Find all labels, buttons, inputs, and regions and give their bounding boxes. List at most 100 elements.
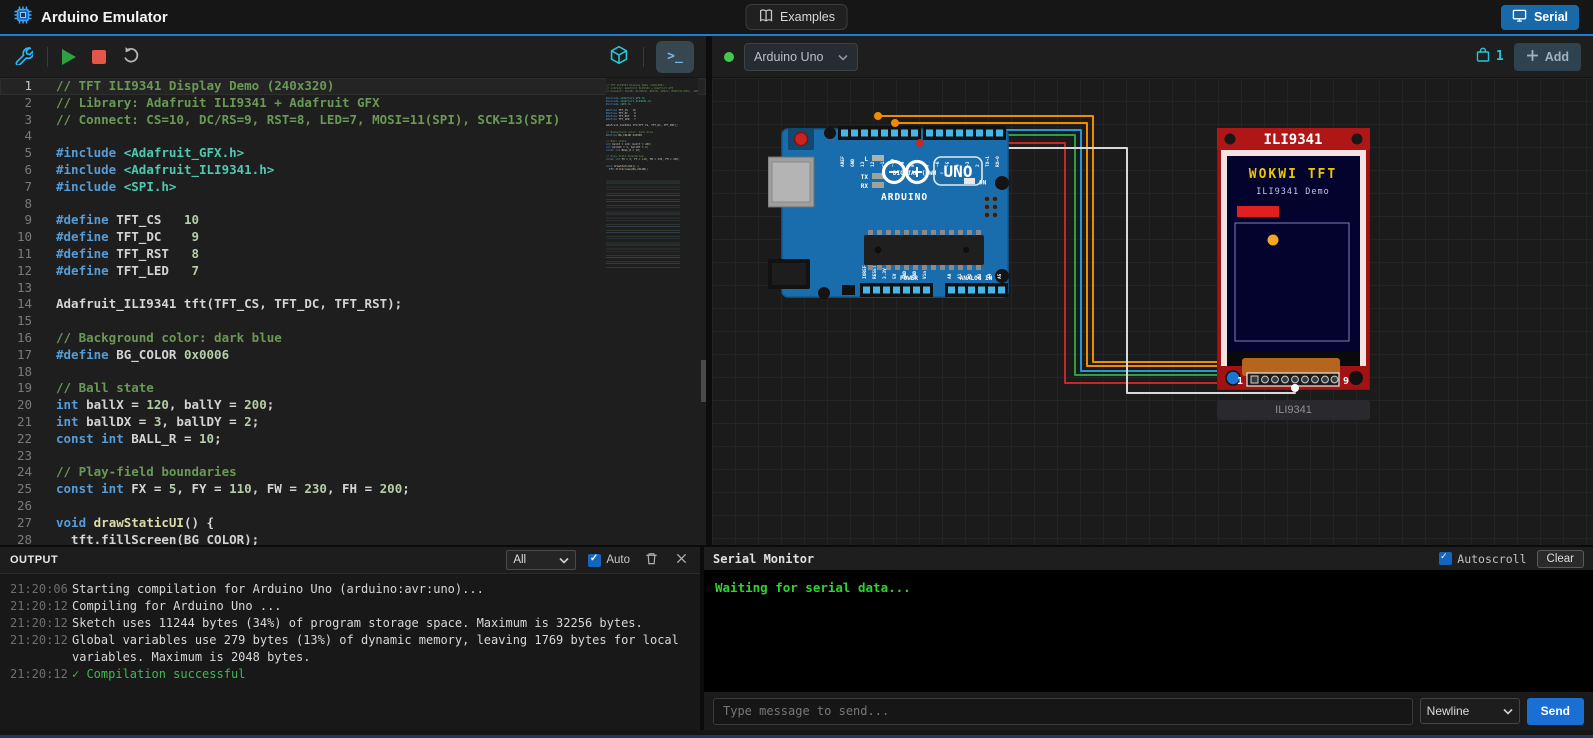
code-line[interactable]: 16// Background color: dark blue: [0, 330, 706, 347]
chevron-down-icon: [559, 557, 569, 564]
view-3d-button[interactable]: [607, 43, 631, 70]
log-line: 21:20:12Compiling for Arduino Uno ...: [10, 598, 690, 615]
output-filter-value: All: [513, 554, 526, 566]
code-lines: 1// TFT ILI9341 Display Demo (240x320)2/…: [0, 78, 706, 545]
pin-1-label: 1: [1237, 376, 1243, 387]
output-header: OUTPUT All Auto: [0, 547, 700, 574]
power-label: POWER: [900, 275, 918, 282]
arduino-label: ARDUINO: [881, 192, 928, 203]
send-button[interactable]: Send: [1527, 698, 1584, 725]
serial-monitor-output[interactable]: Waiting for serial data...: [704, 571, 1593, 692]
run-button[interactable]: [60, 47, 78, 67]
code-line[interactable]: 12#define TFT_LED 7: [0, 263, 706, 280]
code-line[interactable]: 21int ballDX = 3, ballDY = 2;: [0, 414, 706, 431]
autoscroll-label: Autoscroll: [1457, 552, 1526, 566]
code-line[interactable]: 14Adafruit_ILI9341 tft(TFT_CS, TFT_DC, T…: [0, 296, 706, 313]
format-code-button[interactable]: [12, 44, 35, 70]
code-line[interactable]: 24// Play-field boundaries: [0, 464, 706, 481]
led-rx-label: RX: [861, 183, 869, 190]
code-line[interactable]: 27void drawStaticUI() {: [0, 515, 706, 532]
svg-text:A0: A0: [947, 273, 953, 279]
code-line[interactable]: 26: [0, 498, 706, 515]
code-line[interactable]: 9#define TFT_CS 10: [0, 212, 706, 229]
parts-bag-icon: [1475, 47, 1491, 67]
code-line[interactable]: 7#include <SPI.h>: [0, 179, 706, 196]
code-line[interactable]: 18: [0, 364, 706, 381]
autoscroll-checkbox[interactable]: [1439, 552, 1452, 565]
serial-input-row: Newline Send: [704, 692, 1593, 730]
svg-text:5V: 5V: [892, 273, 898, 279]
examples-button[interactable]: Examples: [745, 4, 848, 30]
code-line[interactable]: 1// TFT ILI9341 Display Demo (240x320): [0, 78, 706, 95]
code-line[interactable]: 22const int BALL_R = 10;: [0, 431, 706, 448]
code-line[interactable]: 8: [0, 196, 706, 213]
code-line[interactable]: 13: [0, 280, 706, 297]
led-tx-label: TX: [861, 174, 869, 181]
code-line[interactable]: 2// Library: Adafruit ILI9341 + Adafruit…: [0, 95, 706, 112]
window-footer: [0, 730, 1593, 738]
code-line[interactable]: 4: [0, 128, 706, 145]
serial-toggle-button[interactable]: Serial: [1501, 5, 1579, 30]
screen-title: WOKWI TFT: [1249, 167, 1337, 182]
ili9341-display-part[interactable]: ILI9341 WOKWI TFT ILI9341 Demo: [1217, 128, 1370, 395]
minimap-overflow: [606, 179, 680, 269]
code-line[interactable]: 25const int FX = 5, FY = 110, FW = 230, …: [0, 481, 706, 498]
terminal-toggle-button[interactable]: >_: [656, 41, 694, 73]
title-bar: Arduino Emulator Examples Serial: [0, 0, 1593, 36]
play-icon: [62, 49, 76, 65]
code-line[interactable]: 20int ballX = 120, ballY = 200;: [0, 397, 706, 414]
editor-scrollbar[interactable]: [701, 360, 706, 402]
part-tooltip: ILI9341: [1217, 400, 1370, 420]
add-part-button[interactable]: Add: [1514, 43, 1581, 71]
serial-waiting-text: Waiting for serial data...: [715, 580, 911, 595]
stop-button[interactable]: [90, 48, 108, 66]
code-line[interactable]: 5#include <Adafruit_GFX.h>: [0, 145, 706, 162]
output-log[interactable]: 21:20:06Starting compilation for Arduino…: [0, 574, 700, 730]
code-line[interactable]: 3// Connect: CS=10, DC/RS=9, RST=8, LED=…: [0, 112, 706, 129]
log-line: 21:20:12Sketch uses 11244 bytes (34%) of…: [10, 615, 690, 632]
terminal-icon: >_: [667, 49, 683, 64]
board-select-value: Arduino Uno: [754, 50, 824, 64]
code-line[interactable]: 28 tft.fillScreen(BG_COLOR);: [0, 532, 706, 545]
brand: Arduino Emulator: [14, 6, 168, 29]
svg-text:IOREF: IOREF: [862, 265, 868, 279]
svg-text:RX←0: RX←0: [995, 156, 1001, 167]
part-count-value: 1: [1496, 49, 1504, 64]
line-ending-value: Newline: [1427, 704, 1470, 718]
board-select[interactable]: Arduino Uno: [744, 43, 858, 71]
code-line[interactable]: 23: [0, 448, 706, 465]
code-line[interactable]: 10#define TFT_DC 9: [0, 229, 706, 246]
clear-serial-button[interactable]: Clear: [1537, 550, 1584, 568]
editor-minimap[interactable]: // TFT ILI9341 Display Demo (240x320)// …: [606, 78, 698, 545]
screen-subtitle: ILI9341 Demo: [1256, 187, 1329, 197]
cube-icon: [609, 45, 629, 68]
output-title: OUTPUT: [10, 554, 58, 566]
arduino-uno-part[interactable]: AREFGND1312~11~10~987~6~54~32TX→1RX←0 IO…: [768, 123, 1015, 308]
code-line[interactable]: 19// Ball state: [0, 380, 706, 397]
toolbar-separator: [643, 47, 644, 67]
code-editor[interactable]: 1// TFT ILI9341 Display Demo (240x320)2/…: [0, 78, 706, 545]
code-line[interactable]: 11#define TFT_RST 8: [0, 246, 706, 263]
serial-monitor-title: Serial Monitor: [713, 552, 814, 566]
auto-checkbox[interactable]: [588, 554, 601, 567]
svg-text:~6: ~6: [935, 161, 941, 167]
atmega-chip: [864, 230, 984, 270]
serial-message-input[interactable]: [713, 698, 1413, 725]
toolbar-separator: [47, 47, 48, 67]
output-filter-select[interactable]: All: [506, 550, 576, 570]
editor-panel: >_ 1// TFT ILI9341 Display Demo (240x320…: [0, 36, 706, 545]
code-line[interactable]: 6#include <Adafruit_ILI9341.h>: [0, 162, 706, 179]
svg-text:2: 2: [975, 164, 981, 167]
close-output-button[interactable]: [673, 550, 690, 570]
clear-output-button[interactable]: [642, 549, 661, 571]
log-line: 21:20:12✓ Compilation successful: [10, 666, 690, 683]
svg-text:TX→1: TX→1: [985, 156, 991, 167]
code-line[interactable]: 15: [0, 313, 706, 330]
output-panel: OUTPUT All Auto: [0, 547, 700, 730]
line-ending-select[interactable]: Newline: [1420, 698, 1520, 724]
restart-button[interactable]: [120, 44, 143, 70]
code-line[interactable]: 17#define BG_COLOR 0x0006: [0, 347, 706, 364]
log-line: 21:20:12Global variables use 279 bytes (…: [10, 632, 690, 666]
plus-icon: [1526, 49, 1539, 65]
diagram-canvas[interactable]: AREFGND1312~11~10~987~6~54~32TX→1RX←0 IO…: [712, 78, 1593, 545]
